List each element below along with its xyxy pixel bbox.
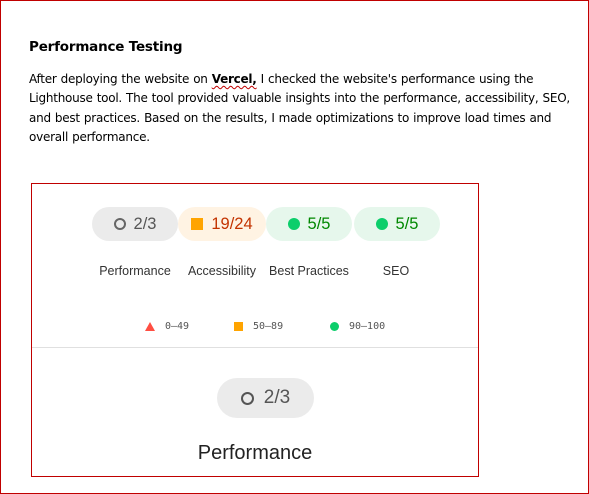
square-icon — [191, 218, 204, 230]
section-divider — [32, 347, 478, 348]
performance-detail-badge: 2/3 — [217, 378, 314, 418]
best-practices-label: Best Practices — [269, 264, 349, 278]
body-paragraph: After deploying the website on Vercel, I… — [29, 70, 574, 147]
performance-score-badge: 2/3 — [92, 207, 178, 241]
square-icon — [234, 322, 243, 331]
circle-outline-icon — [113, 218, 126, 230]
seo-label: SEO — [382, 264, 410, 278]
best-practices-score: 5/5 — [307, 214, 331, 233]
legend-range-average: 50–89 — [253, 321, 284, 332]
vercel-term: Vercel, — [211, 72, 257, 86]
accessibility-score-badge: 19/24 — [178, 207, 266, 241]
seo-score: 5/5 — [395, 214, 419, 233]
accessibility-score: 19/24 — [211, 214, 253, 233]
legend-range-pass: 90–100 — [349, 321, 386, 332]
lighthouse-report-image: 2/3 19/24 5/5 5/5 Performance Accessibil… — [31, 183, 479, 477]
circle-icon — [330, 322, 339, 331]
legend-item-average: 50–89 — [234, 321, 283, 332]
best-practices-score-badge: 5/5 — [266, 207, 352, 241]
triangle-icon — [145, 322, 155, 331]
circle-icon — [287, 218, 300, 230]
legend-item-fail: 0–49 — [145, 321, 189, 332]
circle-outline-icon — [240, 391, 254, 405]
document-page: Performance Testing After deploying the … — [0, 0, 589, 494]
performance-detail-score: 2/3 — [263, 387, 291, 408]
section-heading: Performance Testing — [29, 39, 183, 55]
legend-item-pass: 90–100 — [330, 321, 385, 332]
accessibility-label: Accessibility — [187, 264, 257, 278]
seo-score-badge: 5/5 — [354, 207, 440, 241]
performance-detail-title: Performance — [197, 442, 313, 464]
score-legend: 0–49 50–89 90–100 — [32, 321, 478, 335]
circle-icon — [375, 218, 388, 230]
legend-range-fail: 0–49 — [165, 321, 190, 332]
paragraph-text-start: After deploying the website on — [29, 72, 212, 86]
performance-label: Performance — [99, 264, 171, 278]
performance-score: 2/3 — [133, 214, 157, 233]
